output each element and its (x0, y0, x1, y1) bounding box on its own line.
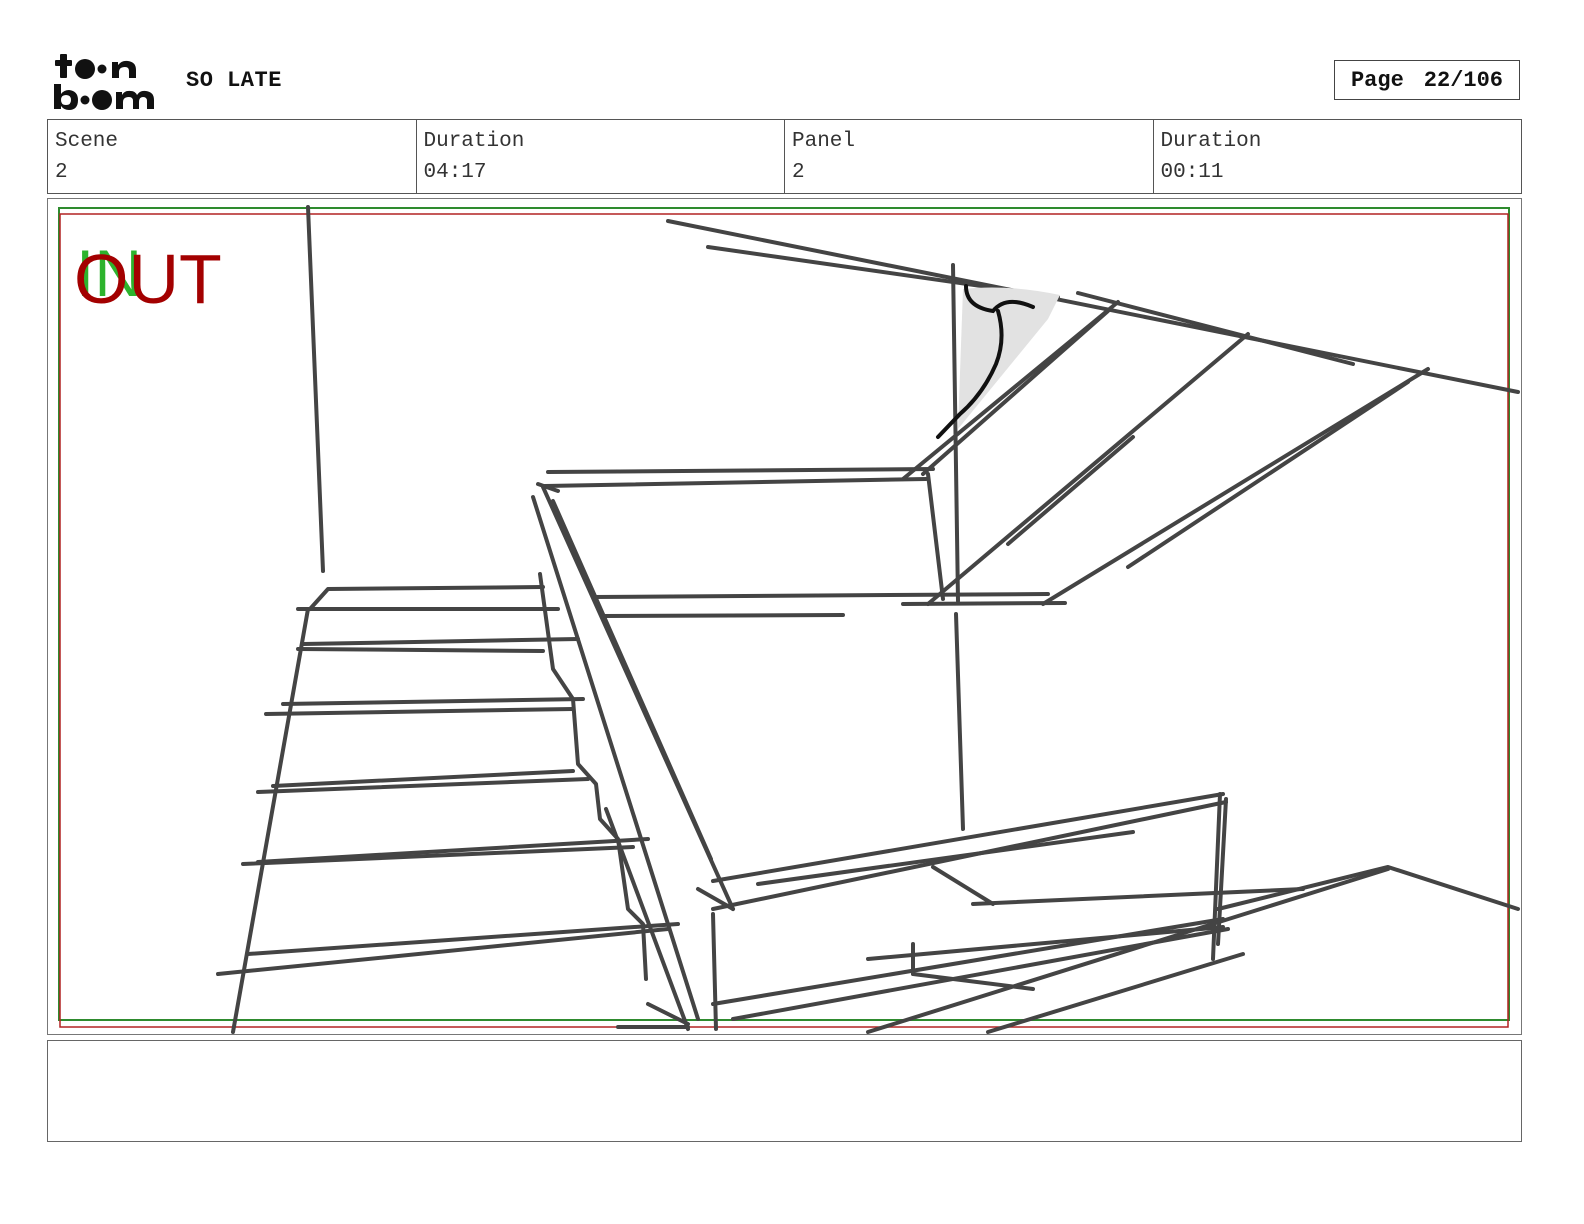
caption-box[interactable] (47, 1040, 1522, 1142)
red-frame (59, 213, 1509, 1028)
staircase-sketch (216, 205, 1520, 1034)
panel-sketch: IN OUT (58, 205, 1520, 1034)
out-marker: OUT (74, 240, 222, 318)
storyboard-panel: IN OUT (47, 198, 1522, 1035)
panel-cell: Panel 2 (785, 120, 1154, 193)
figure-shadow (958, 287, 1060, 429)
scene-duration-label: Duration (423, 130, 525, 153)
panel-info-table: Scene 2 Duration 04:17 Panel 2 Duration … (47, 119, 1522, 194)
panel-label: Panel (792, 130, 856, 153)
panel-value: 2 (792, 161, 805, 184)
scene-duration-value: 04:17 (423, 161, 487, 184)
panel-duration-cell: Duration 00:11 (1154, 120, 1522, 193)
page-number: 22/106 (1423, 67, 1504, 93)
scene-label: Scene (55, 130, 119, 153)
panel-duration-label: Duration (1160, 130, 1262, 153)
toonboom-logo (54, 54, 154, 110)
panel-duration-value: 00:11 (1160, 161, 1224, 184)
scene-cell: Scene 2 (48, 120, 417, 193)
scene-duration-cell: Duration 04:17 (417, 120, 785, 193)
scene-value: 2 (55, 161, 68, 184)
project-title: SO LATE (186, 68, 282, 93)
page-label: Page (1350, 67, 1404, 93)
page-indicator: Page 22/106 (1334, 60, 1520, 100)
